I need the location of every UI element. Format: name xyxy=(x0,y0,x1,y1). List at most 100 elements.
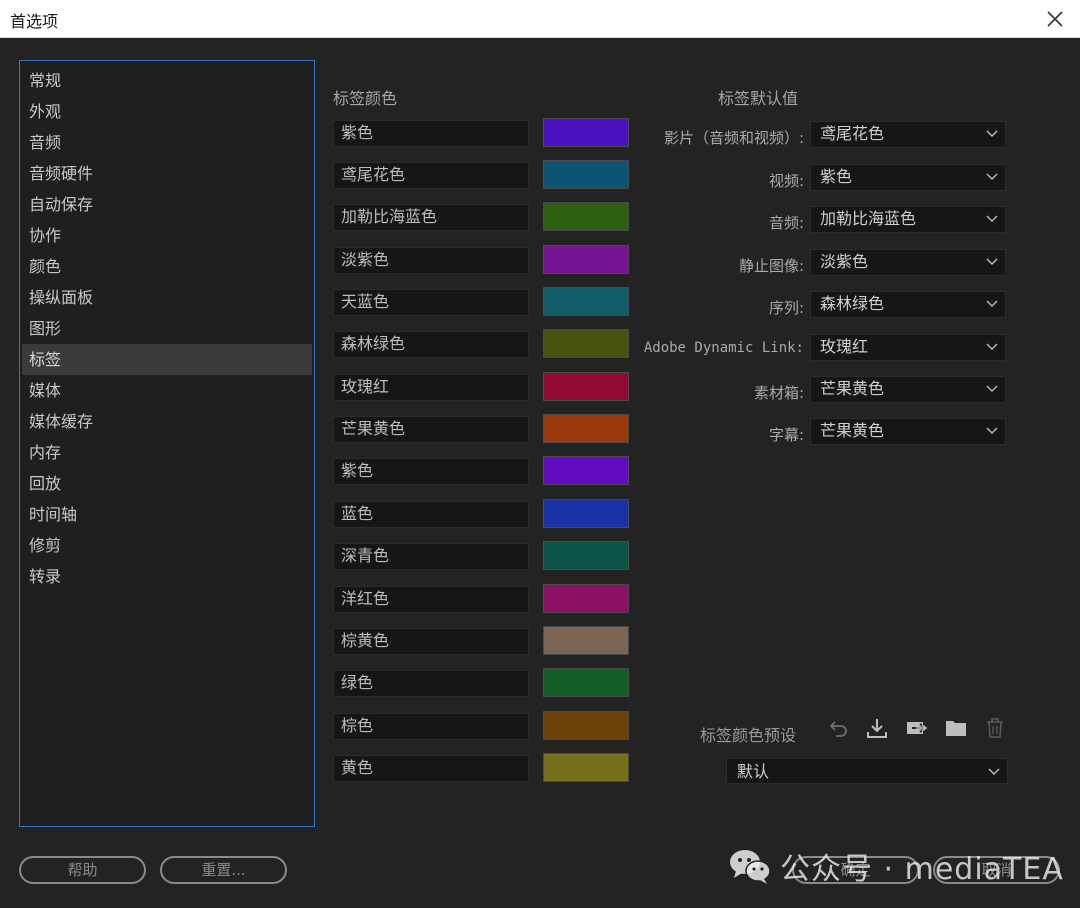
default-select-dynamic-link[interactable]: 玫瑰红 xyxy=(810,334,1006,361)
sidebar-item-transcription[interactable]: 转录 xyxy=(22,561,312,592)
default-select-video[interactable]: 紫色 xyxy=(810,164,1006,191)
default-label-bin: 素材箱: xyxy=(753,384,804,402)
sidebar-item-control-surface[interactable]: 操纵面板 xyxy=(22,282,312,313)
default-label-still: 静止图像: xyxy=(738,257,804,275)
label-color-swatch[interactable] xyxy=(543,626,629,655)
label-color-swatch[interactable] xyxy=(543,711,629,740)
label-name-field[interactable]: 森林绿色 xyxy=(333,331,529,358)
label-color-swatch[interactable] xyxy=(543,541,629,570)
label-color-swatch[interactable] xyxy=(543,499,629,528)
select-value: 芒果黄色 xyxy=(820,421,885,440)
label-color-swatch[interactable] xyxy=(543,287,629,316)
label-color-swatch[interactable] xyxy=(543,414,629,443)
sidebar-item-appearance[interactable]: 外观 xyxy=(22,96,312,127)
chevron-down-icon xyxy=(986,300,998,307)
label-name-field[interactable]: 加勒比海蓝色 xyxy=(333,204,529,231)
label-defaults-heading: 标签默认值 xyxy=(718,89,799,108)
default-select-caption[interactable]: 芒果黄色 xyxy=(810,418,1006,445)
label-color-swatch[interactable] xyxy=(543,245,629,274)
select-value: 加勒比海蓝色 xyxy=(820,209,917,228)
sidebar-item-memory[interactable]: 内存 xyxy=(22,437,312,468)
sidebar-item-autosave[interactable]: 自动保存 xyxy=(22,189,312,220)
chevron-down-icon xyxy=(986,427,998,434)
label-color-swatch[interactable] xyxy=(543,202,629,231)
default-select-movie[interactable]: 鸢尾花色 xyxy=(810,121,1006,148)
label-name-field[interactable]: 鸢尾花色 xyxy=(333,162,529,189)
window-title: 首选项 xyxy=(10,12,59,31)
label-colors-heading: 标签颜色 xyxy=(333,89,398,108)
label-color-swatch[interactable] xyxy=(543,668,629,697)
label-color-swatch[interactable] xyxy=(543,160,629,189)
help-button[interactable]: 帮助 xyxy=(19,856,146,884)
label-name-field[interactable]: 深青色 xyxy=(333,543,529,570)
label-name-field[interactable]: 芒果黄色 xyxy=(333,416,529,443)
sidebar-item-media[interactable]: 媒体 xyxy=(22,375,312,406)
folder-icon[interactable] xyxy=(944,716,968,740)
label-name-field[interactable]: 紫色 xyxy=(333,120,529,147)
sidebar-item-labels[interactable]: 标签 xyxy=(22,344,312,375)
trash-icon[interactable] xyxy=(983,716,1007,740)
sidebar-item-timeline[interactable]: 时间轴 xyxy=(22,499,312,530)
label-name-field[interactable]: 洋红色 xyxy=(333,586,529,613)
sidebar-item-general[interactable]: 常规 xyxy=(22,65,312,96)
select-value: 森林绿色 xyxy=(820,294,885,313)
reset-button[interactable]: 重置... xyxy=(160,856,287,884)
export-icon[interactable] xyxy=(904,716,928,740)
ok-button[interactable]: 确定 xyxy=(792,856,919,884)
label-name-field[interactable]: 玫瑰红 xyxy=(333,374,529,401)
select-value: 玫瑰红 xyxy=(820,337,869,356)
label-color-swatch[interactable] xyxy=(543,456,629,485)
label-name-field[interactable]: 天蓝色 xyxy=(333,289,529,316)
sidebar-item-color[interactable]: 颜色 xyxy=(22,251,312,282)
chevron-down-icon xyxy=(986,343,998,350)
label-name-field[interactable]: 蓝色 xyxy=(333,501,529,528)
title-bar: 首选项 xyxy=(0,0,1080,38)
default-select-sequence[interactable]: 森林绿色 xyxy=(810,291,1006,318)
sidebar-item-playback[interactable]: 回放 xyxy=(22,468,312,499)
default-select-bin[interactable]: 芒果黄色 xyxy=(810,376,1006,403)
sidebar-item-audio[interactable]: 音频 xyxy=(22,127,312,158)
undo-icon[interactable] xyxy=(827,716,851,740)
default-label-caption: 字幕: xyxy=(768,426,804,444)
chevron-down-icon xyxy=(986,258,998,265)
category-list: 常规 外观 音频 音频硬件 自动保存 协作 颜色 操纵面板 图形 标签 媒体 媒… xyxy=(19,60,315,827)
label-color-swatch[interactable] xyxy=(543,329,629,358)
chevron-down-icon xyxy=(986,215,998,222)
sidebar-item-trim[interactable]: 修剪 xyxy=(22,530,312,561)
select-value: 紫色 xyxy=(820,167,853,186)
label-color-swatch[interactable] xyxy=(543,372,629,401)
default-select-audio[interactable]: 加勒比海蓝色 xyxy=(810,206,1006,233)
chevron-down-icon xyxy=(988,768,1000,775)
label-color-swatch[interactable] xyxy=(543,118,629,147)
cancel-button[interactable]: 取消 xyxy=(933,856,1060,884)
sidebar-item-media-cache[interactable]: 媒体缓存 xyxy=(22,406,312,437)
default-label-sequence: 序列: xyxy=(768,299,804,317)
label-name-field[interactable]: 淡紫色 xyxy=(333,247,529,274)
chevron-down-icon xyxy=(986,130,998,137)
default-label-movie: 影片（音频和视频）: xyxy=(663,129,804,147)
default-label-audio: 音频: xyxy=(768,214,804,232)
label-color-swatch[interactable] xyxy=(543,753,629,782)
sidebar-item-graphics[interactable]: 图形 xyxy=(22,313,312,344)
sidebar-item-audio-hardware[interactable]: 音频硬件 xyxy=(22,158,312,189)
import-icon[interactable] xyxy=(865,716,889,740)
preset-select[interactable]: 默认 xyxy=(726,758,1008,784)
label-name-field[interactable]: 棕黄色 xyxy=(333,628,529,655)
sidebar-item-collaboration[interactable]: 协作 xyxy=(22,220,312,251)
select-value: 淡紫色 xyxy=(820,252,869,271)
label-name-field[interactable]: 棕色 xyxy=(333,713,529,740)
select-value: 默认 xyxy=(737,762,770,781)
label-name-field[interactable]: 紫色 xyxy=(333,458,529,485)
select-value: 芒果黄色 xyxy=(820,379,885,398)
close-icon[interactable] xyxy=(1040,4,1070,34)
select-value: 鸢尾花色 xyxy=(820,124,885,143)
label-name-field[interactable]: 黄色 xyxy=(333,755,529,782)
default-select-still[interactable]: 淡紫色 xyxy=(810,249,1006,276)
wechat-icon xyxy=(730,850,771,884)
default-label-video: 视频: xyxy=(768,172,804,190)
default-label-dynamic-link: Adobe Dynamic Link: xyxy=(643,340,804,356)
label-color-swatch[interactable] xyxy=(543,584,629,613)
preset-label: 标签颜色预设 xyxy=(700,726,797,745)
label-name-field[interactable]: 绿色 xyxy=(333,670,529,697)
chevron-down-icon xyxy=(986,385,998,392)
